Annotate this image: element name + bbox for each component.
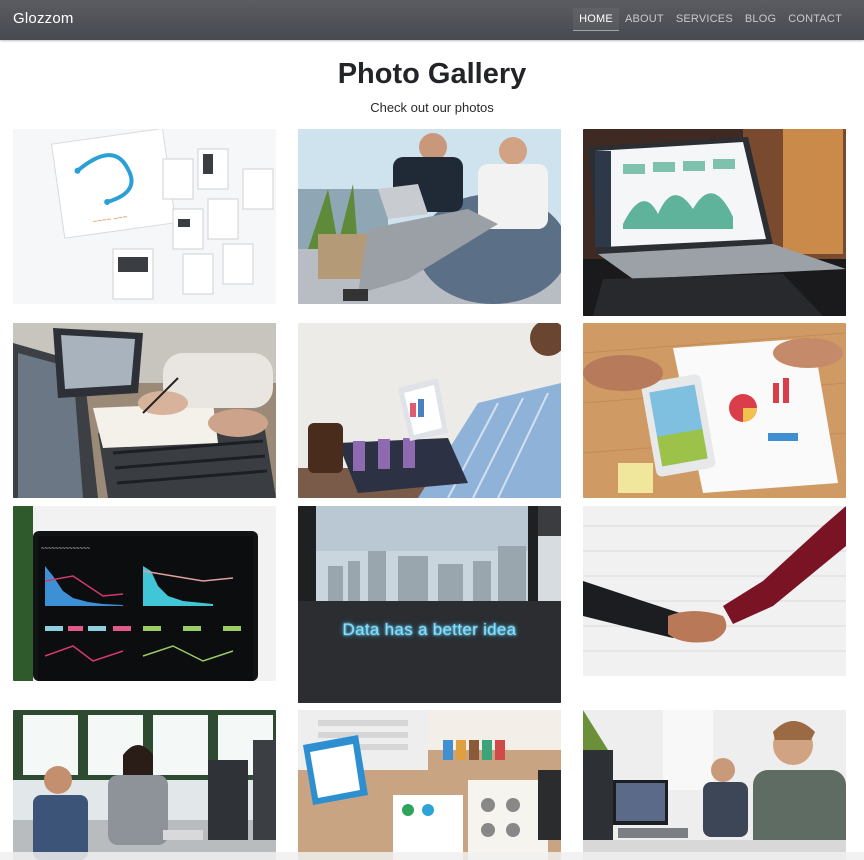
neon-sign-text: Data has a better idea (342, 620, 517, 639)
page-subtitle: Check out our photos (370, 100, 494, 115)
gallery-photo-desk-notes[interactable] (13, 323, 276, 498)
brand-logo[interactable]: Glozzom (13, 10, 74, 27)
gallery-photo-dashboard-laptop[interactable] (583, 129, 846, 316)
scroll-edge (0, 852, 864, 860)
nav-home[interactable]: HOME (573, 8, 619, 31)
nav-contact[interactable]: CONTACT (782, 8, 848, 31)
gallery-photo-neon-sign[interactable]: Data has a better idea (298, 506, 561, 703)
svg-text:~~~~~~~~~~~~~~: ~~~~~~~~~~~~~~ (41, 546, 91, 552)
gallery-photo-analytics-screen[interactable]: ~~~~~~~~~~~~~~ (13, 506, 276, 681)
nav-menu: HOME ABOUT SERVICES BLOG CONTACT (573, 8, 848, 31)
gallery-photo-desk-flatlay[interactable] (298, 710, 561, 860)
gallery-photo-laptop-team[interactable] (298, 129, 561, 304)
gallery-photo-office-team[interactable] (13, 710, 276, 860)
gallery-photo-handshake[interactable] (583, 506, 846, 676)
navbar: Glozzom HOME ABOUT SERVICES BLOG CONTACT (0, 0, 864, 40)
nav-blog[interactable]: BLOG (739, 8, 782, 31)
page-title: Photo Gallery (337, 58, 527, 90)
nav-services[interactable]: SERVICES (670, 8, 739, 31)
gallery-photo-office-workers[interactable] (583, 710, 846, 860)
nav-about[interactable]: ABOUT (619, 8, 670, 31)
gallery-photo-tablet-man[interactable] (298, 323, 561, 498)
gallery-photo-phone-charts[interactable] (583, 323, 846, 498)
gallery-photo-wireframes[interactable]: ~~~~ ~~~ (13, 129, 276, 304)
